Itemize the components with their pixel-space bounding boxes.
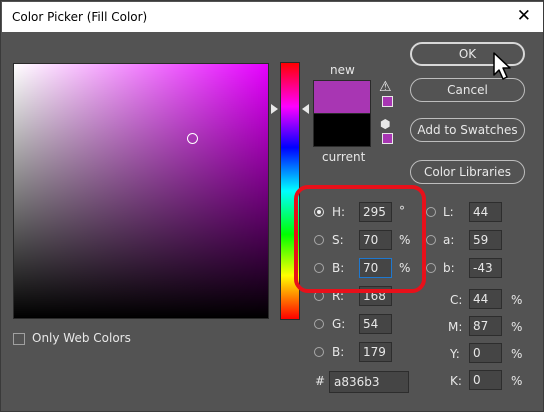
m-input[interactable]: 87 — [469, 316, 502, 336]
y-input[interactable]: 0 — [469, 343, 502, 363]
radio-g[interactable] — [314, 319, 324, 329]
add-to-swatches-button[interactable]: Add to Swatches — [410, 118, 525, 142]
l-label: L: — [443, 205, 454, 219]
gamut-warning-icon[interactable]: ⚠ — [379, 79, 392, 95]
color-picker-dialog: Color Picker (Fill Color) ✕ new current … — [0, 0, 544, 412]
radio-blue[interactable] — [314, 347, 324, 357]
m-unit: % — [511, 320, 523, 334]
window-title: Color Picker (Fill Color) — [12, 10, 148, 24]
hex-input[interactable]: a836b3 — [329, 371, 409, 393]
cancel-button[interactable]: Cancel — [410, 78, 525, 102]
a-label: a: — [443, 233, 455, 247]
gamut-color-swatch[interactable] — [382, 96, 393, 107]
web-safe-cube-icon[interactable]: ⬢ — [380, 117, 390, 131]
c-unit: % — [511, 293, 523, 307]
color-selector-circle[interactable] — [187, 133, 198, 144]
c-label: C: — [450, 293, 463, 307]
m-label: M: — [448, 320, 463, 334]
g-input[interactable]: 54 — [359, 314, 392, 334]
radio-a[interactable] — [426, 235, 436, 245]
c-input[interactable]: 44 — [469, 289, 502, 309]
title-bar: Color Picker (Fill Color) ✕ — [2, 2, 543, 32]
a-input[interactable]: 59 — [469, 230, 502, 250]
close-icon[interactable]: ✕ — [517, 7, 531, 25]
new-color-label: new — [330, 63, 355, 77]
highlight-annotation — [294, 185, 426, 293]
only-web-colors-checkbox[interactable] — [13, 333, 25, 345]
color-field[interactable] — [13, 63, 269, 319]
blue-label: B: — [332, 345, 345, 359]
web-safe-color-swatch[interactable] — [382, 133, 393, 144]
b-lab-label: b: — [443, 261, 455, 275]
color-libraries-button[interactable]: Color Libraries — [410, 160, 525, 184]
only-web-colors-label: Only Web Colors — [32, 331, 131, 345]
radio-l[interactable] — [426, 207, 436, 217]
b-lab-input[interactable]: -43 — [469, 258, 502, 278]
k-input[interactable]: 0 — [469, 370, 502, 390]
blue-input[interactable]: 179 — [359, 342, 392, 362]
current-color-label: current — [322, 150, 366, 164]
current-color-swatch[interactable] — [313, 113, 371, 147]
g-label: G: — [332, 317, 346, 331]
y-unit: % — [511, 347, 523, 361]
hue-slider-left-arrow[interactable] — [271, 104, 278, 114]
mouse-cursor-icon — [493, 52, 511, 80]
radio-b-lab[interactable] — [426, 263, 436, 273]
l-input[interactable]: 44 — [469, 202, 502, 222]
new-color-swatch — [313, 80, 371, 114]
hue-slider-right-arrow[interactable] — [302, 104, 309, 114]
k-label: K: — [450, 374, 462, 388]
y-label: Y: — [450, 347, 460, 361]
hex-prefix: # — [315, 374, 326, 388]
k-unit: % — [511, 374, 523, 388]
